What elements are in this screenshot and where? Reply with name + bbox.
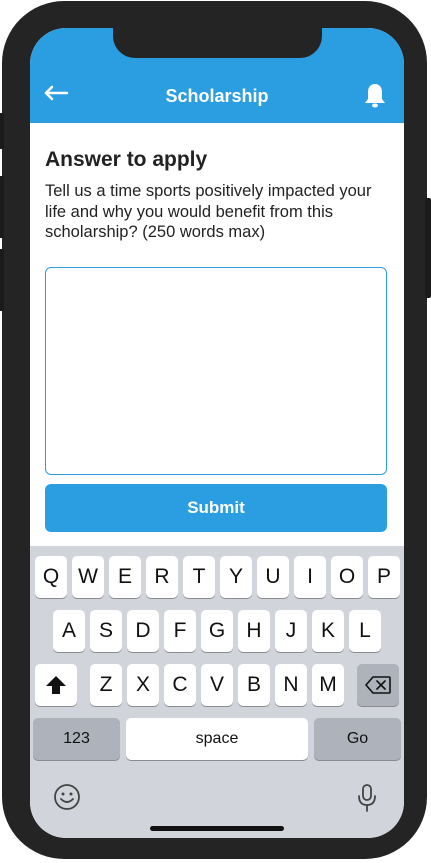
shift-key[interactable]: [35, 664, 77, 706]
key-x[interactable]: X: [127, 664, 159, 706]
key-h[interactable]: H: [238, 610, 270, 652]
key-t[interactable]: T: [183, 556, 215, 598]
numbers-key[interactable]: 123: [33, 718, 120, 760]
key-q[interactable]: Q: [35, 556, 67, 598]
submit-button[interactable]: Submit: [45, 484, 387, 532]
notifications-button[interactable]: [364, 83, 386, 109]
microphone-button[interactable]: [355, 782, 379, 814]
microphone-icon: [358, 784, 376, 812]
key-r[interactable]: R: [146, 556, 178, 598]
go-key[interactable]: Go: [314, 718, 401, 760]
form-heading: Answer to apply: [45, 148, 208, 171]
key-f[interactable]: F: [164, 610, 196, 652]
key-p[interactable]: P: [368, 556, 400, 598]
space-key[interactable]: space: [126, 718, 308, 760]
key-l[interactable]: L: [349, 610, 381, 652]
bell-icon: [365, 84, 385, 108]
mute-switch: [0, 113, 4, 149]
key-w[interactable]: W: [72, 556, 104, 598]
key-g[interactable]: G: [201, 610, 233, 652]
key-v[interactable]: V: [201, 664, 233, 706]
emoji-icon: [54, 784, 80, 810]
key-a[interactable]: A: [53, 610, 85, 652]
phone-frame: Scholarship Answer to apply Tell us a ti…: [0, 1, 431, 859]
keyboard: Q W E R T Y U I O P A S D F G H J K L Z …: [30, 546, 404, 838]
key-s[interactable]: S: [90, 610, 122, 652]
power-button: [425, 198, 431, 298]
answer-textarea[interactable]: [45, 267, 387, 475]
volume-down-button: [0, 249, 4, 311]
key-n[interactable]: N: [275, 664, 307, 706]
emoji-button[interactable]: [52, 782, 82, 812]
key-m[interactable]: M: [312, 664, 344, 706]
volume-up-button: [0, 176, 4, 238]
key-k[interactable]: K: [312, 610, 344, 652]
key-d[interactable]: D: [127, 610, 159, 652]
shift-icon: [46, 676, 66, 694]
backspace-key[interactable]: [357, 664, 399, 706]
key-c[interactable]: C: [164, 664, 196, 706]
key-o[interactable]: O: [331, 556, 363, 598]
home-indicator: [150, 826, 284, 831]
page-title: Scholarship: [165, 86, 269, 106]
key-y[interactable]: Y: [220, 556, 252, 598]
backspace-icon: [365, 676, 391, 694]
question-text: Tell us a time sports positively impacte…: [45, 182, 372, 241]
key-j[interactable]: J: [275, 610, 307, 652]
notch: [113, 28, 322, 58]
key-e[interactable]: E: [109, 556, 141, 598]
key-b[interactable]: B: [238, 664, 270, 706]
key-u[interactable]: U: [257, 556, 289, 598]
key-z[interactable]: Z: [90, 664, 122, 706]
screen: Scholarship Answer to apply Tell us a ti…: [30, 28, 404, 838]
key-i[interactable]: I: [294, 556, 326, 598]
